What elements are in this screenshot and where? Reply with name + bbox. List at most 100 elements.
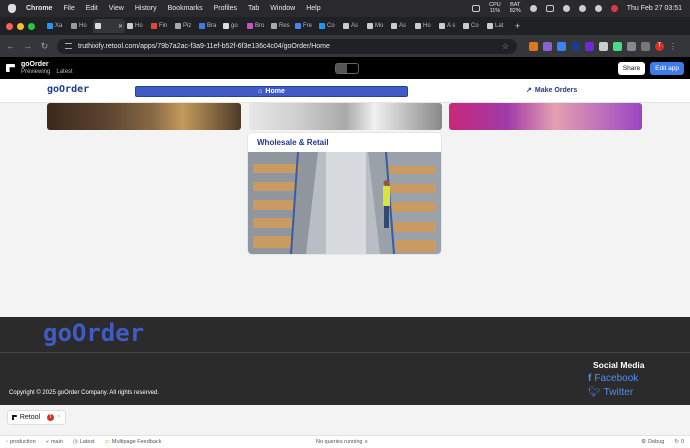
- category-card-wholesale[interactable]: Wholesale & Retail: [248, 133, 441, 254]
- close-tab-icon[interactable]: ✕: [118, 23, 123, 30]
- screen: Chrome File Edit View History Bookmarks …: [0, 0, 690, 448]
- browser-tab[interactable]: Fre: [293, 19, 317, 33]
- fashion-category-image[interactable]: [449, 103, 642, 130]
- extension-icon[interactable]: [557, 41, 566, 51]
- extension-metamask-icon[interactable]: [529, 41, 538, 51]
- menu-app-name[interactable]: Chrome: [26, 5, 52, 12]
- menu-profiles[interactable]: Profiles: [214, 5, 237, 12]
- browser-tab[interactable]: A s: [437, 19, 461, 33]
- menu-edit[interactable]: Edit: [86, 5, 98, 12]
- maximize-window-button[interactable]: [28, 22, 35, 30]
- app-logo[interactable]: goOrder: [47, 84, 89, 95]
- tab-favicon-icon: [415, 23, 421, 29]
- branch-selector[interactable]: ⑂ main: [46, 439, 63, 445]
- query-status[interactable]: No queries running ≡: [316, 439, 368, 445]
- arrow-up-right-icon: ↗: [526, 87, 532, 94]
- bookmark-star-icon[interactable]: ☆: [502, 42, 509, 51]
- retool-header: goOrder Previewing Latest Share Edit app: [0, 57, 690, 79]
- new-tab-button[interactable]: +: [515, 21, 520, 31]
- browser-tab[interactable]: Fin: [149, 19, 173, 33]
- browser-tab[interactable]: Ho: [413, 19, 437, 33]
- wifi-icon[interactable]: [562, 5, 570, 12]
- extension-icon[interactable]: [543, 41, 552, 51]
- facebook-link[interactable]: f Facebook: [588, 373, 638, 384]
- extension-icon[interactable]: [571, 41, 580, 51]
- menu-view[interactable]: View: [109, 5, 124, 12]
- retool-status-bar: ◦ production ⑂ main ◷ Latest ▭ Multipage Fee…: [0, 435, 690, 448]
- url-text[interactable]: truthixify.retool.com/apps/79b7a2ac-f3a9…: [78, 43, 330, 50]
- menu-history[interactable]: History: [135, 5, 157, 12]
- extension-icon[interactable]: [599, 41, 608, 51]
- nav-make-orders-link[interactable]: ↗ Make Orders: [526, 86, 578, 95]
- version-selector[interactable]: ◷ Latest: [73, 439, 95, 445]
- chevron-up-icon[interactable]: ⌃: [57, 415, 61, 421]
- browser-tab[interactable]: Res: [269, 19, 293, 33]
- notification-icon[interactable]: [610, 5, 618, 12]
- screen-record-icon[interactable]: [472, 5, 481, 12]
- side-panel-icon[interactable]: [641, 41, 650, 51]
- menu-window[interactable]: Window: [270, 5, 295, 12]
- control-center-icon[interactable]: [594, 5, 602, 12]
- close-window-button[interactable]: [6, 22, 13, 30]
- browser-tab[interactable]: Piz: [173, 19, 197, 33]
- battery-stat[interactable]: BAT 82%: [510, 2, 521, 14]
- cpu-stat[interactable]: CPU 11%: [489, 2, 501, 14]
- browser-menu-icon[interactable]: ⋮: [669, 42, 677, 51]
- tab-favicon-icon: [271, 23, 277, 29]
- extensions-puzzle-icon[interactable]: [627, 41, 636, 51]
- twitter-link[interactable]: 🐦︎ Twitter: [588, 387, 633, 398]
- feedback-link[interactable]: ▭ Multipage Feedback: [105, 439, 162, 445]
- site-info-icon[interactable]: [65, 43, 72, 49]
- office-category-image[interactable]: [249, 103, 442, 130]
- menu-file[interactable]: File: [63, 5, 74, 12]
- edit-app-button[interactable]: Edit app: [650, 61, 684, 75]
- browser-tab[interactable]: Mo: [365, 19, 389, 33]
- tab-favicon-icon: [71, 23, 77, 29]
- browser-tab[interactable]: As: [389, 19, 413, 33]
- browser-tab[interactable]: As: [341, 19, 365, 33]
- bluetooth-icon[interactable]: [529, 5, 537, 12]
- user-avatar[interactable]: T: [47, 414, 54, 421]
- tab-favicon-icon: [47, 23, 53, 29]
- extension-icon[interactable]: [613, 41, 622, 51]
- forward-icon[interactable]: →: [23, 41, 32, 51]
- tab-favicon-icon: [367, 23, 373, 29]
- search-icon[interactable]: [578, 5, 586, 12]
- browser-tab[interactable]: Ho: [69, 19, 93, 33]
- back-icon[interactable]: ←: [6, 41, 15, 51]
- browser-tab[interactable]: go: [221, 19, 245, 33]
- browser-tab[interactable]: Ho: [125, 19, 149, 33]
- tab-favicon-icon: [223, 23, 229, 29]
- browser-tab-active[interactable]: ✕: [93, 19, 125, 33]
- nav-home-button[interactable]: ⌂ Home: [135, 86, 408, 97]
- browser-tab[interactable]: Co: [461, 19, 485, 33]
- menu-bookmarks[interactable]: Bookmarks: [168, 5, 203, 12]
- address-bar[interactable]: truthixify.retool.com/apps/79b7a2ac-f3a9…: [57, 38, 517, 54]
- menu-help[interactable]: Help: [306, 5, 320, 12]
- minimize-window-button[interactable]: [17, 22, 24, 30]
- tab-strip: Xa Ho ✕ Ho Fin Piz Bra go Bro Res Fre Co…: [0, 17, 690, 35]
- device-view-toggle: [335, 63, 359, 74]
- extension-icon[interactable]: [585, 41, 594, 51]
- browser-tab[interactable]: Xa: [45, 19, 69, 33]
- mobile-view-icon[interactable]: [347, 64, 358, 73]
- browser-tab[interactable]: Bra: [197, 19, 221, 33]
- share-button[interactable]: Share: [617, 61, 646, 75]
- environment-selector[interactable]: ◦ production: [6, 439, 36, 445]
- food-category-image[interactable]: [47, 103, 241, 130]
- browser-tab[interactable]: Bro: [245, 19, 269, 33]
- clock[interactable]: Thu Feb 27 03:51: [627, 5, 682, 12]
- profile-avatar[interactable]: T: [655, 41, 664, 51]
- menu-tab[interactable]: Tab: [248, 5, 259, 12]
- apple-icon[interactable]: [8, 4, 16, 13]
- browser-tab[interactable]: Co: [317, 19, 341, 33]
- desktop-view-icon[interactable]: [336, 64, 347, 73]
- nav-make-orders-label: Make Orders: [534, 86, 578, 94]
- browser-tab[interactable]: Lat: [485, 19, 509, 33]
- reload-icon[interactable]: ↻: [40, 41, 49, 52]
- debug-button[interactable]: ⚙ Debug: [641, 439, 664, 445]
- retool-badge[interactable]: Retool T ⌃: [7, 410, 66, 425]
- battery-icon[interactable]: [545, 5, 554, 12]
- status-counter[interactable]: ↻ 0: [674, 439, 684, 445]
- retool-app-status: Previewing Latest: [21, 68, 73, 75]
